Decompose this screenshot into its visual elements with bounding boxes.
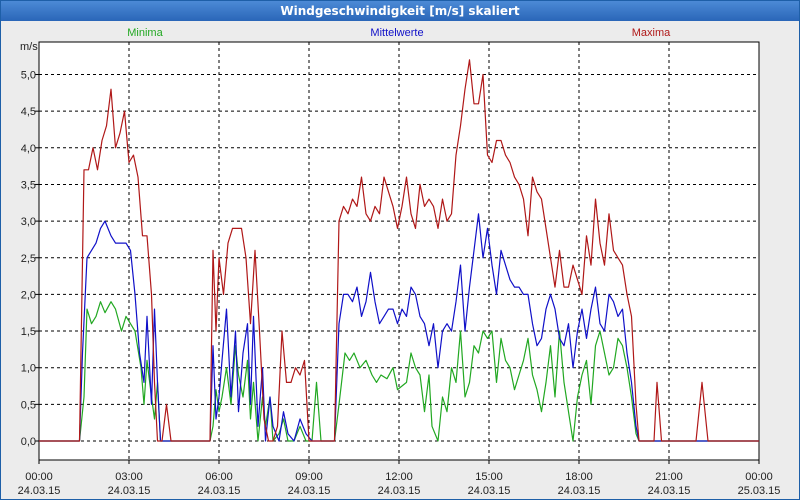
y-tick-label: 5,0 [21,70,36,82]
x-tick-time: 15:00 [475,471,503,483]
x-tick-time: 12:00 [385,471,413,483]
y-tick-label: 1,5 [21,326,36,338]
x-tick-date: 24.03.15 [558,485,601,497]
x-tick-time: 09:00 [295,471,323,483]
x-tick-date: 24.03.15 [108,485,151,497]
x-tick-date: 25.03.15 [738,485,781,497]
y-tick-label: 3,5 [21,179,36,191]
x-tick-date: 24.03.15 [378,485,421,497]
y-tick-label: 3,0 [21,216,36,228]
x-tick-date: 24.03.15 [198,485,241,497]
x-axis-ticks: 00:00 24.03.15 03:00 24.03.15 06:00 24.03.15 0… [18,460,781,497]
y-tick-label: 0,0 [21,436,36,448]
legend-minima: Minima [127,27,163,39]
y-tick-label: 2,0 [21,289,36,301]
x-tick-date: 24.03.15 [648,485,691,497]
y-tick-label: 1,0 [21,363,36,375]
wind-speed-chart: 0,0 0,5 1,0 1,5 2,0 2,5 3,0 3,5 4,0 4,5 5,0 00:00 2… [18,27,781,497]
x-tick-time: 03:00 [115,471,143,483]
y-axis-ticks: 0,0 0,5 1,0 1,5 2,0 2,5 3,0 3,5 4,0 4,5 5,0 [21,70,39,448]
y-tick-label: 2,5 [21,253,36,265]
x-tick-date: 24.03.15 [288,485,331,497]
y-tick-label: 4,0 [21,143,36,155]
y-tick-label: 0,5 [21,399,36,411]
legend-mittelwerte: Mittelwerte [370,27,423,39]
x-tick-date: 24.03.15 [18,485,61,497]
x-tick-time: 00:00 [745,471,773,483]
x-tick-time: 00:00 [25,471,53,483]
legend-maxima: Maxima [632,27,671,39]
x-tick-time: 21:00 [655,471,683,483]
x-tick-time: 06:00 [205,471,233,483]
x-tick-time: 18:00 [565,471,593,483]
y-axis-label: m/s [20,41,38,53]
y-tick-label: 4,5 [21,106,36,118]
x-tick-date: 24.03.15 [468,485,511,497]
